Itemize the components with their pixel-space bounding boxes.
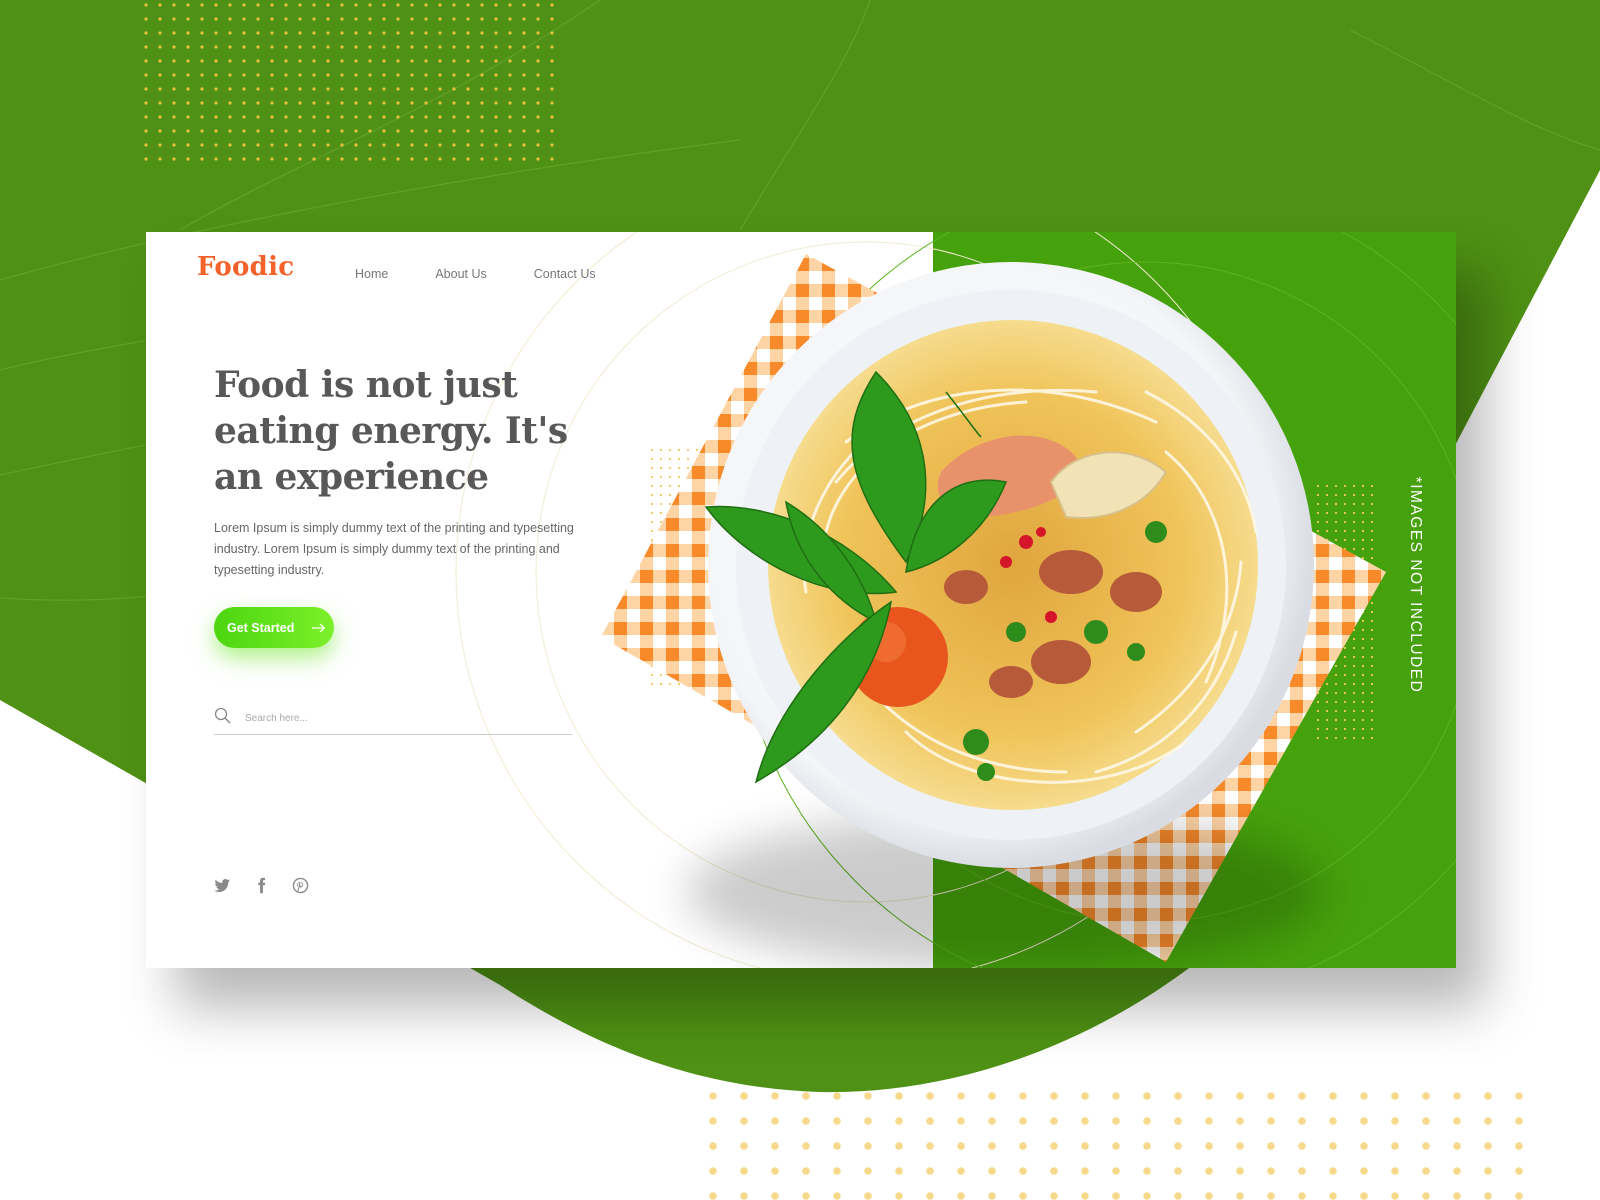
arrow-right-icon — [312, 623, 326, 632]
search-input[interactable] — [243, 711, 547, 725]
get-started-button[interactable]: Get Started — [214, 607, 334, 648]
brand-logo[interactable]: Foodic — [197, 252, 294, 282]
nav-item-home[interactable]: Home — [355, 267, 388, 281]
search-bar — [214, 702, 572, 735]
main-nav: Home About Us Contact Us — [355, 267, 596, 281]
landing-card: Foodic Home About Us Contact Us Food is … — [146, 232, 1456, 968]
get-started-label: Get Started — [227, 620, 295, 635]
hero-headline: Food is not just eating energy. It's an … — [214, 364, 568, 498]
hero-description: Lorem Ipsum is simply dummy text of the … — [214, 521, 574, 577]
twitter-icon[interactable] — [214, 877, 231, 894]
images-disclaimer: *IMAGES NOT INCLUDED — [1407, 476, 1424, 694]
nav-item-about[interactable]: About Us — [435, 267, 486, 281]
facebook-icon[interactable] — [253, 877, 270, 894]
search-icon[interactable] — [214, 707, 231, 724]
nav-item-contact[interactable]: Contact Us — [534, 267, 596, 281]
hero-artwork — [146, 232, 1456, 968]
pinterest-icon[interactable] — [292, 877, 309, 894]
social-links — [214, 877, 309, 894]
